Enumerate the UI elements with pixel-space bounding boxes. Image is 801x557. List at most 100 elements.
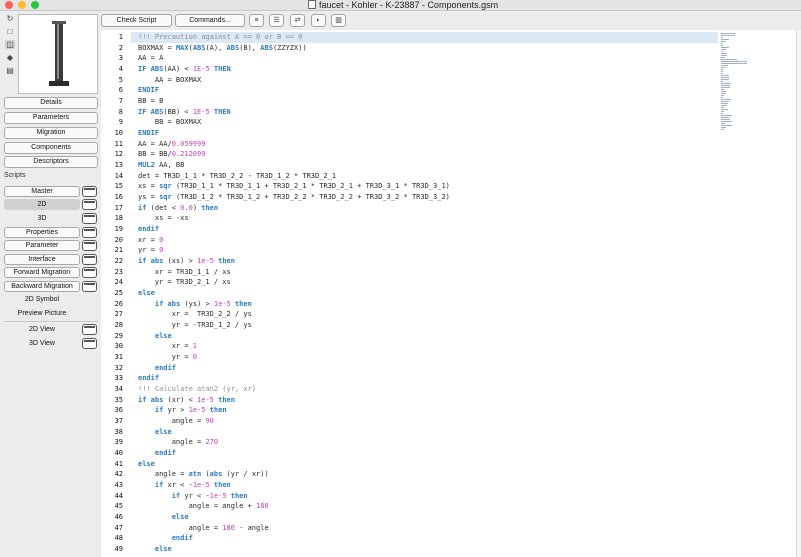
cube-icon[interactable]: ◆ [5,53,15,62]
code-line[interactable]: xr = TR3D_1_1 / xs [138,267,231,278]
toggle-icon[interactable]: ◐ [311,14,326,27]
code-line[interactable]: ENDIF [138,128,159,139]
nav-details-button[interactable]: Details [4,97,98,109]
script-3d-button[interactable]: 3D [4,213,80,224]
code-line[interactable]: !!! Calculate atan2 (yr, xr) [138,384,256,395]
code-line[interactable]: AA = BOXMAX [138,75,201,86]
line-number: 4 [118,65,123,73]
code-line[interactable]: xr = TR3D_2_2 / ys [138,309,252,320]
code-line[interactable]: IF ABS(BB) < 1E-5 THEN [138,107,231,118]
script-3d-window-icon[interactable] [82,213,97,224]
line-number: 3 [118,54,123,63]
script-2d-symbol-button[interactable]: 2D Symbol [4,294,80,305]
code-line[interactable]: if yr < -1e-5 then [138,491,248,502]
script-backward-migration-window-icon[interactable] [82,281,97,292]
code-line[interactable]: if xr < -1e-5 then [138,480,231,491]
code-line[interactable]: else [138,544,172,555]
script-properties-window-icon[interactable] [82,227,97,238]
code-line[interactable]: angle = 180 - angle [138,523,269,534]
view-2d-button[interactable]: 2D View [4,324,80,335]
code-line[interactable]: xs = sqr (TR3D_1_1 * TR3D_1_1 + TR3D_2_1… [138,181,450,192]
code-line[interactable]: AA = AA/0.059999 [138,139,205,150]
script-interface-button[interactable]: Interface [4,254,80,265]
script-preview-picture-button[interactable]: Preview Picture [4,308,80,319]
code-line[interactable]: else [138,512,189,523]
script-master-window-icon[interactable] [82,186,97,197]
square-icon[interactable]: □ [5,27,15,36]
script-properties-button[interactable]: Properties [4,227,80,238]
code-line[interactable]: yr = 0 [138,245,163,256]
maximize-window-button[interactable] [31,1,39,9]
nav-migration-button[interactable]: Migration [4,127,98,139]
code-line[interactable]: if yr > 1e-5 then [138,405,227,416]
nav-descriptors-button[interactable]: Descriptors [4,156,98,168]
view-3d-button[interactable]: 3D View [4,338,80,349]
view-2d-window-icon[interactable] [82,324,97,335]
code-line[interactable]: angle = angle + 180 [138,501,269,512]
code-line[interactable]: ys = sqr (TR3D_1_2 * TR3D_1_2 + TR3D_2_2… [138,192,450,203]
code-line[interactable]: angle = atn (abs (yr / xr)) [138,469,269,480]
code-minimap[interactable] [721,33,751,130]
code-line[interactable]: yr = TR3D_2_1 / xs [138,277,231,288]
script-interface-window-icon[interactable] [82,254,97,265]
code-line[interactable]: else [138,427,172,438]
code-line[interactable]: yr = -TR3D_1_2 / ys [138,320,252,331]
script-forward-migration-button[interactable]: Forward Migration [4,267,80,278]
line-number: 19 [114,225,123,234]
commands-button[interactable]: Commands... [175,14,245,27]
code-line[interactable]: AA = A [138,53,163,64]
code-line[interactable]: else [138,459,155,470]
code-line[interactable]: xr = 1 [138,341,197,352]
sidebar-icon[interactable]: ▥ [331,14,346,27]
code-line[interactable]: xr = 0 [138,235,163,246]
camera-icon[interactable]: ◫ [5,40,15,49]
code-line[interactable]: BB = BOXMAX [138,117,201,128]
code-line[interactable]: det = TR3D_1_1 * TR3D_2_2 - TR3D_1_2 * T… [138,171,336,182]
list-numbered-icon[interactable]: ☰ [269,14,284,27]
find-replace-icon[interactable]: ⇄ [290,14,305,27]
script-editor[interactable]: 1 2 3 4 5 6 7 8 9 10 11 12 13 14 15 16 17 18 19 20 21 22 23 24 2… [101,30,801,557]
minimap-line [721,89,724,90]
scripts-views-divider [4,321,98,322]
script-backward-migration-button[interactable]: Backward Migration [4,281,80,292]
minimap-line [721,53,727,54]
code-line[interactable]: if abs (xr) < 1e-5 then [138,395,235,406]
minimap-line [721,127,726,128]
code-line[interactable]: angle = 90 [138,416,214,427]
nav-components-button[interactable]: Components [4,142,98,154]
nav-parameters-button[interactable]: Parameters [4,112,98,124]
code-line[interactable]: BB = B [138,96,163,107]
view-3d-window-icon[interactable] [82,338,97,349]
script-forward-migration-window-icon[interactable] [82,267,97,278]
code-line[interactable]: endif [138,373,159,384]
refresh-icon[interactable]: ↻ [5,14,15,23]
code-line[interactable]: yr = 0 [138,352,197,363]
code-line[interactable]: endif [138,448,176,459]
script-parameter-window-icon[interactable] [82,240,97,251]
code-line[interactable]: BB = BB/0.212099 [138,149,205,160]
code-line[interactable]: if (det < 0.0) then [138,203,218,214]
check-script-button[interactable]: Check Script [101,14,172,27]
code-line[interactable]: MUL2 AA, BB [138,160,184,171]
code-line[interactable]: if abs (ys) > 1e-5 then [138,299,252,310]
code-line[interactable]: endif [138,363,176,374]
close-window-button[interactable] [5,1,13,9]
code-line[interactable]: angle = 270 [138,437,218,448]
script-2d-window-icon[interactable] [82,199,97,210]
code-line[interactable]: endif [138,224,159,235]
script-2d-button[interactable]: 2D [4,199,80,210]
code-line[interactable]: IF ABS(AA) < 1E-5 THEN [138,64,231,75]
code-line[interactable]: if abs (xs) > 1e-5 then [138,256,235,267]
code-line[interactable]: endif [138,533,193,544]
script-parameter-button[interactable]: Parameter [4,240,80,251]
film-icon[interactable]: ▤ [5,66,15,75]
minimize-window-button[interactable] [18,1,26,9]
code-line[interactable]: !!! Precaution against A == 0 or B == 0 [131,32,718,43]
list-unordered-icon[interactable]: ≡ [249,14,264,27]
script-master-button[interactable]: Master [4,186,80,197]
code-line[interactable]: else [138,331,172,342]
code-line[interactable]: ENDIF [138,85,159,96]
code-line[interactable]: xs = -xs [138,213,189,224]
code-line[interactable]: BOXMAX = MAX(ABS(A), ABS(B), ABS(ZZYZX)) [138,43,307,54]
code-line[interactable]: else [138,288,155,299]
